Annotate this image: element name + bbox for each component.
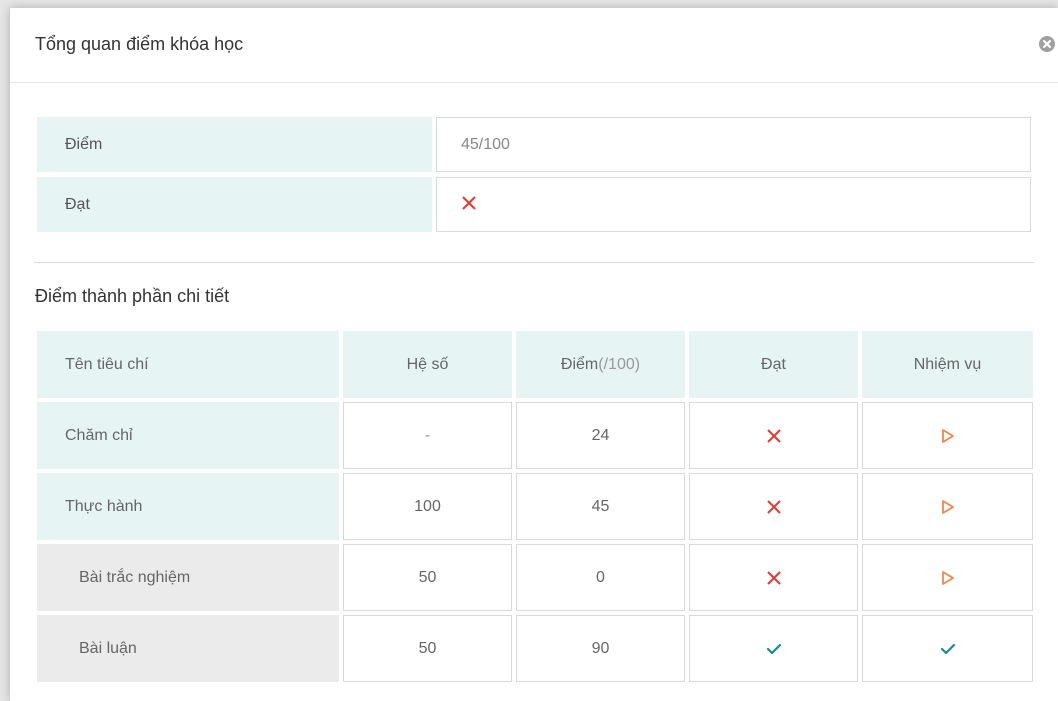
task-done-check-icon xyxy=(940,642,956,656)
modal-title: Tổng quan điểm khóa học xyxy=(35,34,244,54)
row-name: Bài trắc nghiệm xyxy=(37,544,339,611)
row-weight: 100 xyxy=(343,473,512,540)
course-score-modal: Tổng quan điểm khóa học Điểm 45/100 Đạt … xyxy=(10,8,1058,701)
summary-row-score: Điểm 45/100 xyxy=(37,117,1033,172)
col-header-score: Điểm (/100) xyxy=(516,331,685,398)
row-task-cell xyxy=(862,615,1033,682)
row-name: Bài luận xyxy=(37,615,339,682)
pass-value xyxy=(436,177,1031,232)
score-value: 45/100 xyxy=(436,117,1031,172)
section-divider xyxy=(34,262,1034,263)
row-score: 90 xyxy=(516,615,685,682)
col-header-criteria: Tên tiêu chí xyxy=(37,331,339,398)
row-task-cell xyxy=(862,544,1033,611)
row-pass-cell xyxy=(689,615,858,682)
fail-x-icon xyxy=(766,570,782,586)
row-name: Thực hành xyxy=(37,473,339,540)
pass-check-icon xyxy=(766,642,782,656)
col-header-weight: Hệ số xyxy=(343,331,512,398)
row-task-cell xyxy=(862,473,1033,540)
row-task-cell xyxy=(862,402,1033,469)
pass-label: Đạt xyxy=(37,177,432,232)
score-header-label: Điểm xyxy=(560,355,599,373)
fail-x-icon xyxy=(766,499,782,515)
row-score: 45 xyxy=(516,473,685,540)
score-label: Điểm xyxy=(37,117,432,172)
row-name: Chăm chỉ xyxy=(37,402,339,469)
modal-header: Tổng quan điểm khóa học xyxy=(10,8,1058,83)
fail-x-icon xyxy=(766,428,782,444)
row-score: 24 xyxy=(516,402,685,469)
row-weight: 50 xyxy=(343,544,512,611)
play-icon[interactable] xyxy=(941,499,955,515)
row-weight: - xyxy=(343,402,512,469)
criteria-table: Tên tiêu chí Hệ số Điểm (/100) Đạt Nhiệm … xyxy=(37,331,1033,682)
close-button[interactable] xyxy=(1039,36,1055,52)
row-weight: 50 xyxy=(343,615,512,682)
col-header-task: Nhiệm vụ xyxy=(862,331,1033,398)
play-icon[interactable] xyxy=(941,570,955,586)
row-pass-cell xyxy=(689,544,858,611)
play-icon[interactable] xyxy=(941,428,955,444)
close-icon xyxy=(1043,40,1051,48)
row-pass-cell xyxy=(689,473,858,540)
fail-x-icon xyxy=(461,195,477,211)
row-score: 0 xyxy=(516,544,685,611)
summary-row-pass: Đạt xyxy=(37,177,1033,232)
col-header-pass: Đạt xyxy=(689,331,858,398)
row-pass-cell xyxy=(689,402,858,469)
section-title: Điểm thành phần chi tiết xyxy=(35,286,230,306)
score-header-unit: (/100) xyxy=(598,355,641,373)
